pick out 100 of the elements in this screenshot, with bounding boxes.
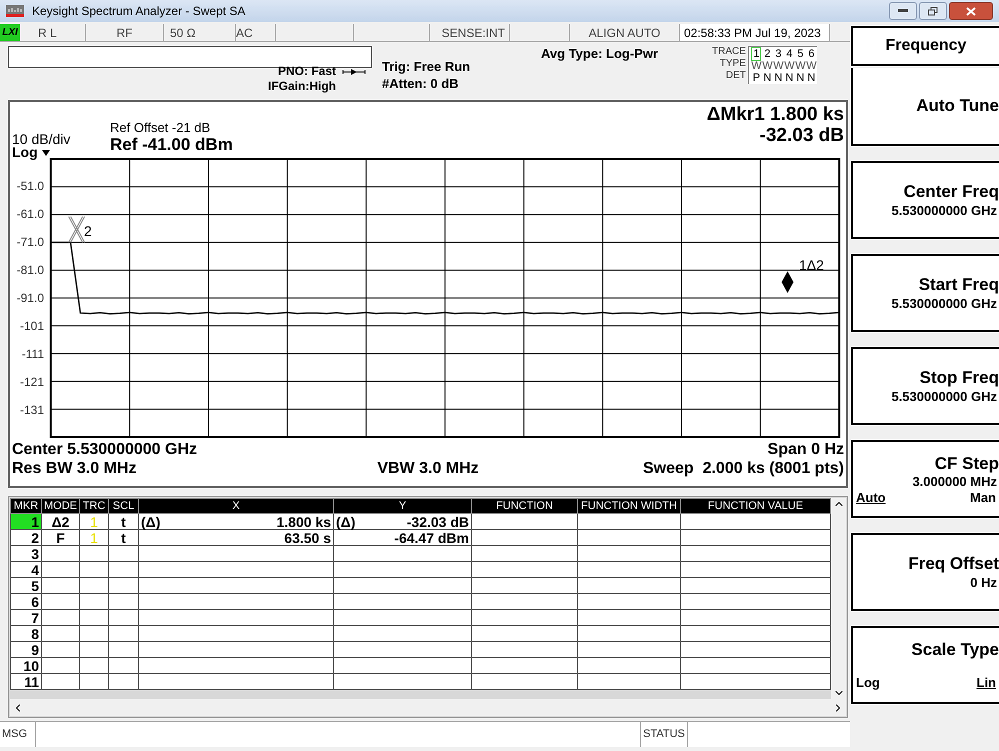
sweep-label: Sweep 2.000 ks (8001 pts) bbox=[642, 459, 844, 478]
ifgain-label: IFGain:High bbox=[268, 79, 336, 94]
status-cell: 50 Ω bbox=[164, 24, 236, 41]
avg-type-label: Avg Type: Log-Pwr bbox=[541, 45, 658, 63]
table-cell bbox=[108, 610, 138, 626]
softkey-button[interactable]: Center Freq 5.530000000 GHz bbox=[851, 161, 999, 239]
status-cell: 02:58:33 PM Jul 19, 2023 bbox=[680, 24, 830, 41]
toggle-option[interactable]: Auto bbox=[856, 490, 886, 504]
table-cell bbox=[80, 562, 108, 578]
marker-number-cell[interactable]: 8 bbox=[10, 626, 42, 642]
table-cell bbox=[80, 610, 108, 626]
res-bw-label: Res BW 3.0 MHz bbox=[12, 459, 138, 478]
toggle-option[interactable]: Lin bbox=[976, 676, 996, 689]
softkey-button[interactable]: Scale Type Log Lin bbox=[851, 626, 999, 704]
status-cell: SENSE:INT bbox=[430, 24, 510, 41]
trace-type: W bbox=[762, 60, 773, 72]
softkey-value: 0 Hz bbox=[970, 576, 998, 589]
y-axis-label: -111 bbox=[22, 348, 44, 360]
trigger-label: Trig: Free Run bbox=[382, 58, 470, 75]
x-value: 63.50 s bbox=[284, 530, 331, 544]
marker-cross-icon bbox=[68, 216, 86, 243]
minimize-button[interactable] bbox=[889, 2, 917, 20]
marker-number-cell[interactable]: 11 bbox=[10, 674, 42, 690]
y-axis-label: -71.0 bbox=[16, 236, 44, 248]
trace-number[interactable]: 6 bbox=[808, 48, 814, 60]
column-header: TRC bbox=[80, 498, 108, 514]
status-cell: AC bbox=[236, 24, 276, 41]
table-cell bbox=[42, 626, 80, 642]
table-cell bbox=[42, 562, 80, 578]
table-cell bbox=[80, 674, 108, 690]
column-header: X bbox=[138, 498, 334, 514]
table-cell bbox=[42, 610, 80, 626]
lxi-logo: LXI bbox=[0, 24, 20, 41]
trace-number[interactable]: 4 bbox=[786, 48, 792, 60]
softkey-label: Stop Freq bbox=[920, 369, 999, 386]
softkey-value: 5.530000000 GHz bbox=[891, 390, 998, 403]
marker-value: -32.03 dB bbox=[760, 125, 844, 146]
trace-type: W bbox=[773, 60, 784, 72]
softkey-button[interactable]: Stop Freq 5.530000000 GHz bbox=[851, 347, 999, 425]
delta-prefix: (Δ) bbox=[336, 514, 356, 528]
status-label: STATUS bbox=[640, 722, 688, 747]
y-axis-label: -61.0 bbox=[16, 208, 44, 220]
table-cell bbox=[108, 546, 138, 562]
toggle-option[interactable]: Log bbox=[856, 676, 880, 689]
marker-number-cell[interactable]: 4 bbox=[10, 562, 42, 578]
close-button[interactable] bbox=[949, 2, 993, 20]
restore-button[interactable] bbox=[919, 2, 947, 20]
table-cell bbox=[80, 626, 108, 642]
marker-number-cell[interactable]: 5 bbox=[10, 578, 42, 594]
marker-number-cell[interactable]: 3 bbox=[10, 546, 42, 562]
table-cell bbox=[108, 642, 138, 658]
marker-number-cell[interactable]: 9 bbox=[10, 642, 42, 658]
trace-type: W bbox=[751, 60, 762, 72]
x-value: 1.800 ks bbox=[276, 514, 331, 528]
msg-label: MSG bbox=[0, 722, 36, 747]
y-axis-label: -121 bbox=[20, 376, 44, 388]
trace-row-label: TYPE bbox=[720, 58, 746, 70]
table-cell: t bbox=[108, 530, 138, 546]
vertical-scrollbar[interactable] bbox=[831, 498, 846, 699]
column-header: FUNCTION WIDTH bbox=[578, 498, 680, 514]
y-axis-label: -91.0 bbox=[16, 292, 44, 304]
softkey-button[interactable]: Start Freq 5.530000000 GHz bbox=[851, 254, 999, 332]
softkey-button[interactable]: Freq Offset 0 Hz bbox=[851, 533, 999, 611]
table-cell bbox=[42, 642, 80, 658]
center-frequency-label: Center 5.530000000 GHz bbox=[12, 440, 197, 459]
trace-number[interactable]: 3 bbox=[775, 48, 782, 60]
marker-number-cell[interactable]: 2 bbox=[10, 530, 42, 546]
status-cell: RF bbox=[86, 24, 164, 41]
close-icon bbox=[966, 6, 976, 16]
table-cell bbox=[42, 578, 80, 594]
marker-number-cell[interactable]: 6 bbox=[10, 594, 42, 610]
table-cell bbox=[108, 578, 138, 594]
marker-label: 1Δ2 bbox=[799, 258, 824, 272]
softkey-value: 5.530000000 GHz bbox=[891, 204, 998, 217]
y-value: -32.03 dB bbox=[406, 514, 469, 528]
scale-label: 10 dB/div bbox=[12, 132, 70, 146]
toggle-option[interactable]: Man bbox=[970, 490, 996, 504]
marker-number-cell[interactable]: 1 bbox=[10, 514, 42, 530]
table-cell: t bbox=[108, 514, 138, 530]
marker-label: 2 bbox=[84, 224, 92, 238]
trace-number[interactable]: 1 bbox=[752, 48, 760, 60]
column-header: MKR bbox=[10, 498, 42, 514]
horizontal-scrollbar[interactable] bbox=[10, 699, 846, 716]
attenuation-label: #Atten: 0 dB bbox=[382, 75, 460, 92]
window-title: Keysight Spectrum Analyzer - Swept SA bbox=[32, 3, 246, 20]
trigger-arrow-icon bbox=[342, 68, 366, 76]
table-cell bbox=[42, 594, 80, 610]
trace-number[interactable]: 5 bbox=[797, 48, 804, 60]
softkey-button[interactable]: Auto Tune bbox=[851, 68, 999, 146]
app-icon bbox=[6, 5, 24, 17]
vbw-label: VBW 3.0 MHz bbox=[377, 459, 479, 478]
softkey-button[interactable]: CF Step 3.000000 MHz Auto Man bbox=[851, 440, 999, 518]
y-value: -64.47 dBm bbox=[394, 530, 469, 544]
trace-number[interactable]: 2 bbox=[764, 48, 770, 60]
marker-number-cell[interactable]: 7 bbox=[10, 610, 42, 626]
table-cell bbox=[42, 546, 80, 562]
table-cell bbox=[108, 626, 138, 642]
y-axis-label: -101 bbox=[20, 320, 44, 332]
marker-number-cell[interactable]: 10 bbox=[10, 658, 42, 674]
ref-level-label: Ref -41.00 dBm bbox=[110, 134, 233, 156]
